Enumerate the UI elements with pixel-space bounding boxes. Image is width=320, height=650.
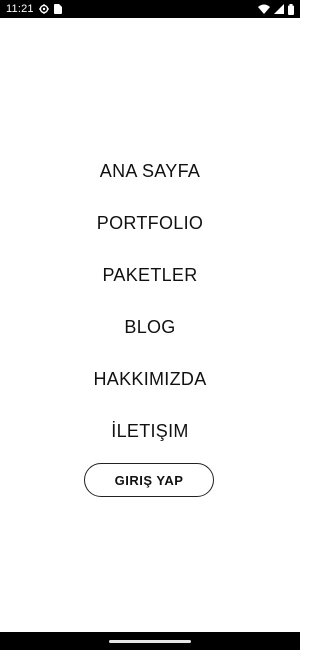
wifi-icon	[258, 4, 270, 14]
app-screen: 11:21 ANA SAYFA PORTFOLIO PAKETLER BLOG …	[0, 0, 300, 650]
menu-item-iletisim[interactable]: İLETIŞIM	[111, 412, 188, 464]
menu-item-hakkimizda[interactable]: HAKKIMIZDA	[93, 360, 206, 412]
status-bar-right	[258, 3, 294, 15]
menu-item-paketler[interactable]: PAKETLER	[102, 256, 197, 308]
system-navigation-bar	[0, 632, 300, 650]
main-menu: ANA SAYFA PORTFOLIO PAKETLER BLOG HAKKIM…	[0, 152, 300, 464]
menu-item-ana-sayfa[interactable]: ANA SAYFA	[100, 152, 200, 204]
settings-gear-icon	[38, 4, 49, 14]
menu-item-portfolio[interactable]: PORTFOLIO	[97, 204, 203, 256]
status-bar: 11:21	[0, 0, 300, 18]
battery-icon	[288, 3, 294, 15]
status-time: 11:21	[6, 3, 34, 15]
login-button[interactable]: GIRIŞ YAP	[84, 463, 214, 497]
menu-item-blog[interactable]: BLOG	[124, 308, 175, 360]
sim-card-icon	[53, 4, 62, 14]
cellular-signal-icon	[274, 4, 284, 14]
status-bar-left: 11:21	[6, 3, 62, 15]
home-indicator[interactable]	[109, 640, 191, 643]
